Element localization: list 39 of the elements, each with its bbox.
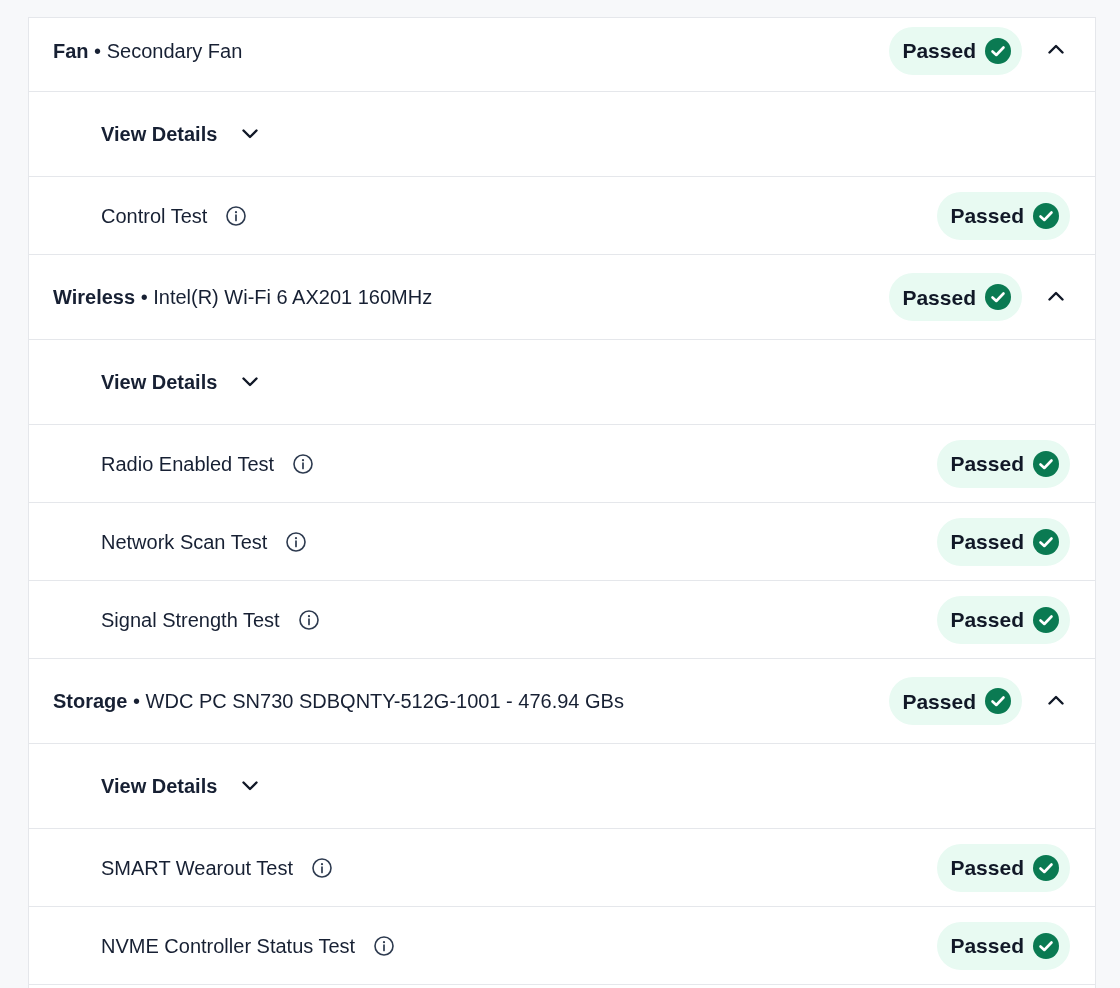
view-details-button[interactable]: View Details: [101, 367, 259, 397]
check-circle-icon: [1033, 202, 1059, 229]
section-title: Storage • WDC PC SN730 SDBQNTY-512G-1001 - 476.94 GBs: [53, 689, 625, 714]
check-circle-icon: [1033, 854, 1059, 881]
check-circle-icon: [985, 688, 1011, 714]
status-label: Passed: [950, 531, 1024, 552]
section-title: Wireless • Intel(R) Wi-Fi 6 AX201 160MHz: [53, 285, 434, 310]
info-icon[interactable]: [374, 935, 395, 956]
status-label: Passed: [902, 690, 976, 712]
status-label: Passed: [950, 935, 1024, 956]
check-circle-icon: [1033, 450, 1059, 477]
chevron-up-icon[interactable]: [1048, 44, 1064, 54]
chevron-up-icon[interactable]: [1048, 694, 1064, 705]
check-circle-icon: [1033, 932, 1059, 959]
test-name: SMART Wearout Test: [101, 855, 293, 881]
info-icon[interactable]: [298, 609, 319, 630]
status-label: Passed: [902, 286, 976, 308]
view-details-button[interactable]: View Details: [101, 119, 259, 149]
view-details-button[interactable]: View Details: [101, 771, 259, 801]
info-icon[interactable]: [226, 205, 247, 226]
check-circle-icon: [1033, 528, 1059, 555]
status-label: Passed: [950, 453, 1024, 474]
info-icon[interactable]: [311, 857, 332, 878]
info-icon[interactable]: [286, 531, 307, 552]
status-label: Passed: [950, 857, 1024, 878]
info-icon[interactable]: [293, 453, 314, 474]
test-name: Radio Enabled Test: [101, 451, 275, 477]
check-circle-icon: [1033, 606, 1059, 633]
section-title: Fan • Secondary Fan: [53, 38, 244, 64]
status-label: Passed: [950, 609, 1024, 630]
check-circle-icon: [985, 284, 1011, 310]
test-name: Control Test: [101, 203, 208, 229]
chevron-up-icon[interactable]: [1048, 290, 1064, 301]
status-label: Passed: [950, 205, 1024, 226]
check-circle-icon: [985, 37, 1011, 64]
status-label: Passed: [902, 40, 976, 61]
test-name: Signal Strength Test: [101, 607, 280, 633]
test-name: Network Scan Test: [101, 529, 268, 555]
test-name: NVME Controller Status Test: [101, 933, 356, 959]
